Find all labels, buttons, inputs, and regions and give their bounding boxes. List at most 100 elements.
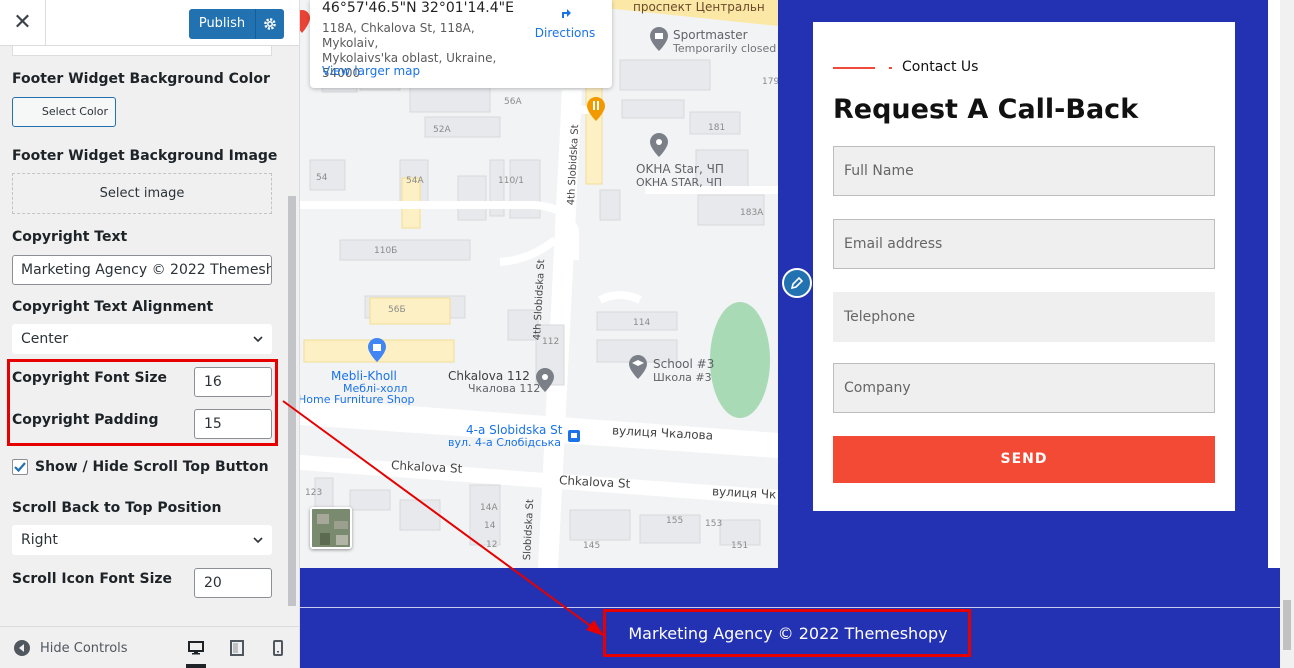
scroll-position-label: Scroll Back to Top Position bbox=[12, 500, 222, 516]
copyright-font-size-label: Copyright Font Size bbox=[12, 370, 167, 386]
form-title: Request A Call-Back bbox=[833, 94, 1139, 125]
copyright-padding-label: Copyright Padding bbox=[12, 412, 159, 428]
copyright-alignment-value: Center bbox=[21, 331, 69, 347]
transit-stop[interactable]: 4-a Slobidska St bbox=[466, 423, 562, 437]
house-number: 54 bbox=[316, 173, 328, 183]
callback-form-card: Contact Us Request A Call-Back Full Name… bbox=[813, 22, 1235, 511]
directions-label: Directions bbox=[534, 26, 596, 40]
email-field[interactable]: Email address bbox=[833, 219, 1215, 269]
annotation-highlight-copyright bbox=[603, 609, 971, 657]
house-number: 56Б bbox=[388, 305, 406, 315]
transit-stop-sub: вул. 4-а Слобідська bbox=[448, 436, 562, 449]
house-number: 145 bbox=[583, 541, 601, 551]
select-image-button[interactable]: Select image bbox=[12, 173, 272, 214]
footer-bg-color-label: Footer Widget Background Color bbox=[12, 71, 270, 87]
view-larger-map-link[interactable]: View larger map bbox=[322, 64, 420, 78]
house-number: 181 bbox=[708, 123, 726, 133]
poi-chkalova-112[interactable]: Chkalova 112 bbox=[448, 369, 530, 383]
previous-control-edge bbox=[12, 46, 272, 56]
scroll-position-select[interactable]: Right bbox=[12, 525, 272, 555]
copyright-padding-input[interactable]: 15 bbox=[194, 409, 272, 439]
house-number: 56A bbox=[504, 97, 522, 107]
poi-sportmaster-status: Temporarily closed bbox=[673, 42, 777, 55]
house-number: 114 bbox=[633, 318, 651, 328]
directions-icon bbox=[556, 4, 574, 22]
house-number: 110Б bbox=[374, 246, 398, 256]
house-number: 12 bbox=[486, 540, 498, 550]
house-number: 123 bbox=[305, 488, 323, 498]
send-button[interactable]: SEND bbox=[833, 436, 1215, 483]
collapse-arrow-icon bbox=[14, 640, 30, 656]
house-number: 14A bbox=[480, 503, 498, 513]
publish-settings-button[interactable] bbox=[255, 9, 284, 39]
telephone-field[interactable]: Telephone bbox=[833, 292, 1215, 342]
shop-pin-icon bbox=[368, 338, 386, 362]
house-number: 153 bbox=[705, 519, 723, 529]
map-coordinates: 46°57'46.5"N 32°01'14.4"E bbox=[322, 0, 514, 16]
scroll-position-value: Right bbox=[21, 532, 58, 548]
checkmark-icon bbox=[14, 462, 26, 473]
customizer-header: ✕ Publish bbox=[0, 0, 299, 46]
poi-pin-icon bbox=[536, 368, 554, 392]
publish-button[interactable]: Publish bbox=[189, 9, 255, 39]
customizer-sidebar: ✕ Publish Footer Widget Background Color… bbox=[0, 0, 300, 668]
preview-scrollbar-thumb[interactable] bbox=[1283, 600, 1291, 650]
device-mobile-button[interactable] bbox=[269, 639, 287, 657]
house-number: 54A bbox=[406, 176, 424, 186]
pencil-icon bbox=[790, 276, 804, 290]
scroll-icon-size-label: Scroll Icon Font Size bbox=[12, 571, 173, 587]
school-pin-icon bbox=[629, 355, 647, 379]
scroll-top-toggle-label: Show / Hide Scroll Top Button bbox=[35, 459, 269, 475]
satellite-toggle[interactable] bbox=[310, 507, 352, 549]
scroll-top-checkbox[interactable] bbox=[12, 459, 28, 475]
company-field[interactable]: Company bbox=[833, 363, 1215, 413]
edit-shortcut-button[interactable] bbox=[782, 268, 812, 298]
form-eyebrow: Contact Us bbox=[902, 59, 979, 75]
poi-okna-star[interactable]: OKHA Star, ЧП bbox=[636, 162, 724, 176]
copyright-alignment-label: Copyright Text Alignment bbox=[12, 299, 214, 315]
house-number: 52A bbox=[433, 125, 451, 135]
restaurant-pin-icon bbox=[587, 97, 605, 121]
copyright-text-input[interactable]: Marketing Agency © 2022 Themeshopy bbox=[12, 255, 272, 285]
house-number: 155 bbox=[666, 516, 684, 526]
poi-mebli-kholl[interactable]: Mebli-Kholl bbox=[331, 369, 397, 383]
preview-scrollbar[interactable] bbox=[1280, 0, 1294, 668]
house-number: 179 bbox=[762, 77, 778, 87]
device-active-indicator bbox=[186, 664, 206, 668]
chevron-down-icon bbox=[253, 336, 263, 343]
desktop-icon bbox=[188, 641, 204, 655]
poi-mebli-sub2: Home Furniture Shop bbox=[300, 393, 415, 406]
publish-button-group: Publish bbox=[189, 9, 284, 39]
house-number: 151 bbox=[731, 541, 749, 551]
copyright-font-size-input[interactable]: 16 bbox=[194, 367, 272, 397]
location-marker-icon bbox=[300, 10, 310, 33]
house-number: 110/1 bbox=[498, 176, 524, 186]
satellite-thumbnail-icon bbox=[312, 509, 350, 547]
scroll-icon-size-input[interactable]: 20 bbox=[194, 568, 272, 598]
poi-sportmaster[interactable]: Sportmaster bbox=[673, 28, 748, 42]
copyright-alignment-select[interactable]: Center bbox=[12, 324, 272, 354]
customizer-controls: Footer Widget Background Color Select Co… bbox=[0, 46, 285, 626]
device-desktop-button[interactable] bbox=[187, 639, 205, 657]
poi-school[interactable]: School #3 bbox=[653, 357, 714, 371]
poi-pin-icon bbox=[650, 27, 668, 51]
chevron-down-icon bbox=[253, 537, 263, 544]
page-right-edge bbox=[1268, 0, 1280, 568]
device-tablet-button[interactable] bbox=[228, 639, 246, 657]
bus-stop-icon bbox=[568, 430, 580, 442]
close-customizer-button[interactable]: ✕ bbox=[0, 0, 46, 46]
house-number: 183A bbox=[740, 208, 764, 218]
sidebar-scrollbar[interactable] bbox=[286, 46, 298, 626]
footer-bg-image-label: Footer Widget Background Image bbox=[12, 148, 278, 164]
map-place-card: 46°57'46.5"N 32°01'14.4"E 118A, Chkalova… bbox=[310, 0, 612, 88]
poi-school-sub: Школа #3 bbox=[653, 371, 712, 384]
hide-controls-button[interactable]: Hide Controls bbox=[14, 639, 128, 657]
address-line-1: 118A, Chkalova St, 118A, Mykolaiv, bbox=[322, 21, 475, 50]
select-color-button[interactable]: Select Color bbox=[12, 97, 116, 127]
customizer-footer: Hide Controls bbox=[0, 626, 299, 668]
street-label-prospekt: проспект Центральн bbox=[633, 0, 765, 14]
full-name-field[interactable]: Full Name bbox=[833, 146, 1215, 196]
sidebar-scrollbar-thumb[interactable] bbox=[288, 196, 296, 606]
eyebrow-line bbox=[833, 67, 875, 69]
hide-controls-label: Hide Controls bbox=[40, 640, 128, 656]
